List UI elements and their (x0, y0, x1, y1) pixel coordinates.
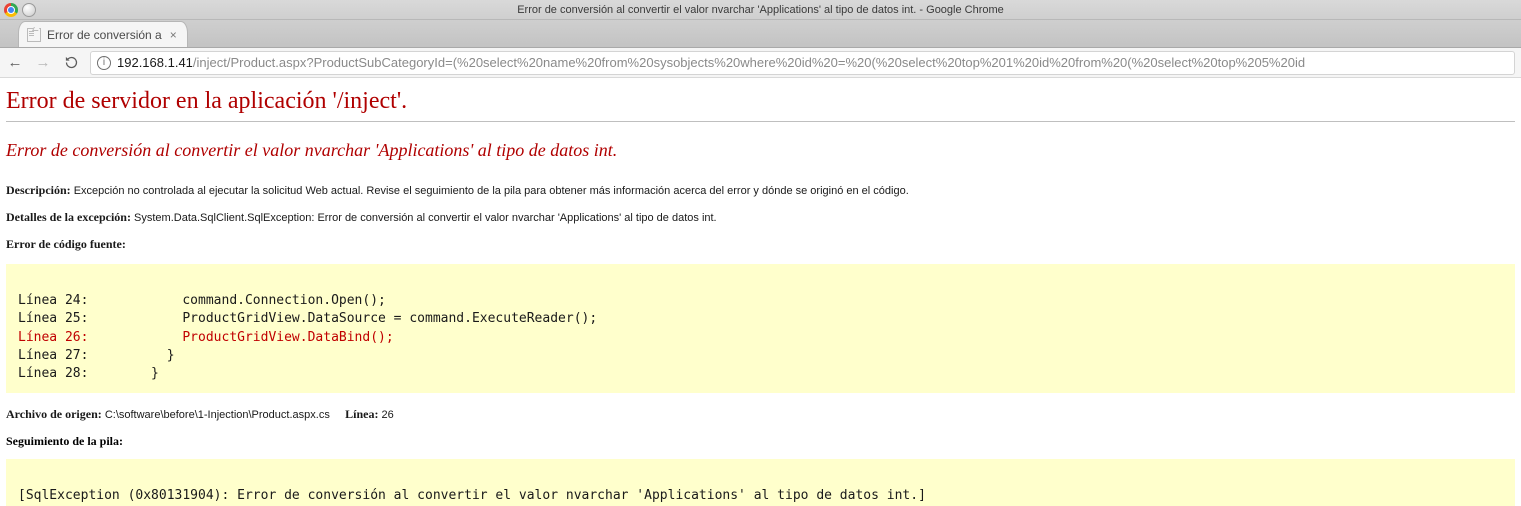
code-line-26: Línea 26: ProductGridView.DataBind(); (18, 330, 394, 345)
code-line-28: Línea 28: } (18, 366, 159, 381)
error-exception: Detalles de la excepción: System.Data.Sq… (6, 210, 1515, 225)
url-host: 192.168.1.41 (117, 55, 193, 70)
arrow-right-icon: → (36, 55, 51, 70)
source-error-heading: Error de código fuente: (6, 237, 1515, 252)
source-file-line: Archivo de origen: C:\software\before\1-… (6, 407, 1515, 422)
close-tab-icon[interactable]: × (170, 29, 177, 41)
code-line-25: Línea 25: ProductGridView.DataSource = c… (18, 311, 597, 326)
browser-tab[interactable]: Error de conversión a × (18, 21, 188, 47)
exception-label: Detalles de la excepción: (6, 210, 131, 224)
window-title: Error de conversión al convertir el valo… (46, 4, 1475, 16)
forward-button[interactable]: → (34, 54, 52, 72)
stack-trace-label: Seguimiento de la pila: (6, 434, 1515, 449)
code-line-27: Línea 27: } (18, 348, 175, 363)
line-label: Línea: (345, 407, 378, 421)
error-description: Descripción: Excepción no controlada al … (6, 183, 1515, 198)
stack-trace-line-1: [SqlException (0x80131904): Error de con… (18, 488, 926, 503)
error-title: Error de conversión al convertir el valo… (6, 140, 1515, 161)
site-info-icon[interactable]: i (97, 56, 111, 70)
source-code-block: Línea 24: command.Connection.Open(); Lín… (6, 264, 1515, 393)
chrome-logo-icon (4, 3, 18, 17)
description-label: Descripción: (6, 183, 71, 197)
window-control-icon[interactable] (22, 3, 36, 17)
stack-trace-block: [SqlException (0x80131904): Error de con… (6, 459, 1515, 506)
back-button[interactable]: ← (6, 54, 24, 72)
page-content: Error de servidor en la aplicación '/inj… (0, 78, 1521, 506)
description-text: Excepción no controlada al ejecutar la s… (71, 185, 909, 197)
server-error-heading: Error de servidor en la aplicación '/inj… (6, 88, 1515, 115)
tab-strip: Error de conversión a × (0, 20, 1521, 48)
source-error-label: Error de código fuente: (6, 237, 126, 251)
address-bar[interactable]: i 192.168.1.41/inject/Product.aspx?Produ… (90, 51, 1515, 75)
source-file-path: C:\software\before\1-Injection\Product.a… (102, 409, 330, 421)
window-titlebar: Error de conversión al convertir el valo… (0, 0, 1521, 20)
tab-title: Error de conversión a (47, 28, 162, 42)
source-file-label: Archivo de origen: (6, 407, 102, 421)
reload-icon (64, 55, 79, 70)
reload-button[interactable] (62, 54, 80, 72)
arrow-left-icon: ← (8, 55, 23, 70)
exception-text: System.Data.SqlClient.SqlException: Erro… (131, 212, 717, 224)
code-line-24: Línea 24: command.Connection.Open(); (18, 293, 386, 308)
line-number: 26 (378, 409, 393, 421)
browser-toolbar: ← → i 192.168.1.41/inject/Product.aspx?P… (0, 48, 1521, 78)
page-favicon-icon (27, 28, 41, 42)
url-path: /inject/Product.aspx?ProductSubCategoryI… (193, 55, 1305, 70)
divider (6, 121, 1515, 122)
window-controls (0, 3, 46, 17)
